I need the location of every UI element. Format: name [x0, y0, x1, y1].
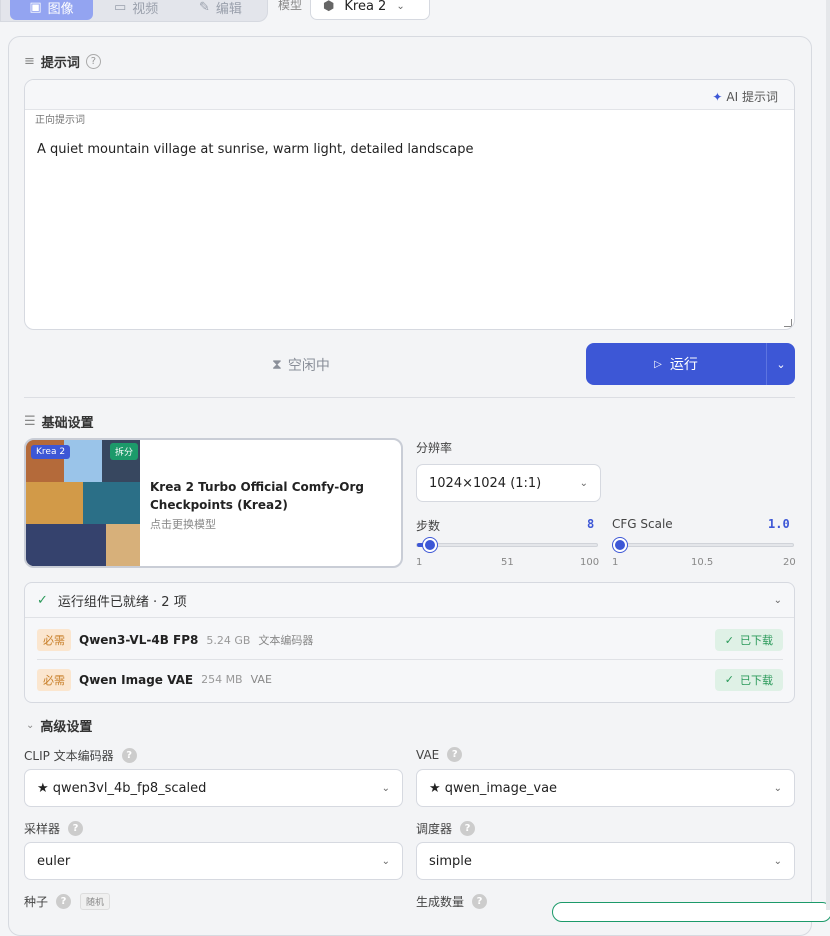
chevron-down-icon: ⌄: [773, 782, 782, 794]
cfg-value: 1.0: [768, 517, 790, 531]
cfg-knob[interactable]: [613, 538, 627, 552]
scheduler-label: 调度器 ?: [416, 820, 476, 837]
help-icon[interactable]: ?: [68, 821, 84, 836]
steps-min: 1: [416, 557, 423, 568]
steps-value: 8: [587, 517, 595, 531]
downloaded-badge: ✓ 已下载: [714, 668, 783, 691]
resize-handle[interactable]: [784, 319, 792, 327]
chevron-down-icon: ⌄: [773, 855, 782, 867]
steps-label: 步数: [416, 519, 441, 533]
split-badge: 拆分: [110, 443, 139, 460]
check-circle-icon: ✓: [37, 592, 48, 608]
video-icon: ▭: [114, 0, 127, 15]
random-seed-button[interactable]: 随机: [80, 893, 111, 910]
chevron-down-icon: ⌄: [773, 594, 782, 606]
scrollbar[interactable]: [826, 0, 830, 910]
component-name: Qwen3-VL-4B FP8: [79, 633, 199, 647]
cfg-label: CFG Scale: [612, 517, 673, 531]
sliders-icon: ☰: [24, 414, 36, 429]
component-name: Qwen Image VAE: [79, 672, 194, 687]
help-icon[interactable]: ?: [56, 894, 72, 909]
downloaded-badge: ✓ 已下载: [714, 629, 783, 651]
steps-knob[interactable]: [422, 538, 437, 552]
check-circle-icon: ✓: [724, 633, 734, 647]
resolution-label: 分辨率: [416, 441, 453, 455]
tab-video[interactable]: ▭ 视频: [114, 0, 158, 20]
model-card[interactable]: Krea 2 拆分 Krea 2 Turbo Official Comfy-Or…: [24, 438, 403, 568]
model-logo-icon: ⬢: [323, 0, 335, 14]
image-icon: ▣: [29, 0, 42, 15]
prompt-section-title: ≡ 提示词 ?: [24, 52, 101, 71]
chevron-down-icon: ⌄: [26, 720, 35, 731]
vae-label: VAE ?: [416, 747, 463, 762]
vae-select[interactable]: ★ qwen_image_vae ⌄: [416, 769, 795, 807]
help-icon[interactable]: ?: [85, 54, 101, 69]
chevron-down-icon: ⌄: [579, 477, 588, 489]
scheduler-select[interactable]: simple ⌄: [416, 842, 795, 880]
model-badge: Krea 2: [31, 445, 71, 459]
help-icon[interactable]: ?: [447, 747, 463, 762]
divider: [24, 397, 795, 398]
model-card-title: Krea 2 Turbo Official Comfy-Org Checkpoi…: [150, 480, 364, 512]
notification-toast: [552, 902, 830, 922]
tab-edit[interactable]: ✎ 编辑: [199, 0, 242, 20]
steps-mid: 51: [501, 557, 514, 568]
seed-label: 种子 ?: [24, 893, 72, 910]
sampler-select[interactable]: euler ⌄: [24, 842, 403, 880]
prompt-header: ✦ AI 提示词: [25, 80, 794, 110]
components-header[interactable]: ✓ 运行组件已就绪 · 2 项 ⌄: [25, 583, 794, 618]
model-label: 模型: [278, 0, 303, 12]
sparkle-icon: ✦: [712, 89, 723, 104]
play-icon: ▷: [654, 358, 662, 370]
components-panel: ✓ 运行组件已就绪 · 2 项 ⌄ 必需 Qwen3-VL-4B FP8 5.2…: [24, 582, 795, 703]
component-row: 必需 Qwen Image VAE 254 MB VAE ✓ 已下载: [37, 660, 783, 699]
advanced-section-toggle[interactable]: ⌄ 高级设置: [26, 716, 92, 735]
required-tag: 必需: [37, 668, 71, 691]
status-idle: ⧗ 空闲中: [272, 357, 330, 374]
component-size: 5.24 GB: [206, 633, 251, 647]
run-button[interactable]: ▷ 运行: [586, 343, 767, 385]
cfg-min: 1: [612, 557, 619, 568]
clip-label: CLIP 文本编码器 ?: [24, 747, 137, 764]
chevron-down-icon: ⌄: [381, 855, 390, 867]
model-card-subtitle: 点击更换模型: [150, 518, 216, 531]
component-type: VAE: [250, 673, 272, 686]
component-size: 254 MB: [201, 673, 243, 686]
count-label: 生成数量 ?: [416, 893, 488, 910]
model-select[interactable]: ⬢ Krea 2 ⌄: [310, 0, 430, 20]
basic-section-title: ☰ 基础设置: [24, 414, 94, 431]
cfg-slider[interactable]: [612, 538, 794, 552]
chevron-down-icon: ⌄: [396, 0, 405, 12]
help-icon[interactable]: ?: [460, 821, 476, 836]
cfg-mid: 10.5: [691, 557, 714, 568]
hourglass-icon: ⧗: [272, 357, 282, 373]
component-type: 文本编码器: [258, 634, 314, 647]
help-icon[interactable]: ?: [472, 894, 488, 909]
check-circle-icon: ✓: [724, 673, 734, 686]
component-row: 必需 Qwen3-VL-4B FP8 5.24 GB 文本编码器 ✓ 已下载: [37, 621, 783, 660]
model-thumbnail: Krea 2 拆分: [26, 440, 140, 566]
prompt-box: ✦ AI 提示词 正向提示词 A quiet mountain village …: [24, 79, 795, 330]
required-tag: 必需: [37, 629, 71, 651]
chevron-down-icon: ⌄: [381, 782, 390, 794]
run-button-group: ▷ 运行 ⌄: [586, 343, 795, 385]
positive-prompt-input[interactable]: A quiet mountain village at sunrise, war…: [37, 142, 474, 157]
clip-select[interactable]: ★ qwen3vl_4b_fp8_scaled ⌄: [24, 769, 403, 807]
sampler-label: 采样器 ?: [24, 820, 84, 837]
tab-image[interactable]: ▣ 图像: [10, 0, 93, 20]
help-icon[interactable]: ?: [121, 748, 137, 763]
steps-max: 100: [580, 557, 600, 568]
steps-slider[interactable]: [416, 538, 598, 552]
resolution-select[interactable]: 1024×1024 (1:1) ⌄: [416, 464, 601, 502]
lines-icon: ≡: [24, 54, 35, 69]
chevron-down-icon: ⌄: [776, 357, 786, 371]
edit-icon: ✎: [199, 0, 210, 15]
cfg-max: 20: [783, 557, 796, 568]
ai-prompt-button[interactable]: ✦ AI 提示词: [712, 88, 778, 105]
run-options-button[interactable]: ⌄: [767, 343, 795, 385]
positive-prompt-label: 正向提示词: [35, 115, 85, 126]
